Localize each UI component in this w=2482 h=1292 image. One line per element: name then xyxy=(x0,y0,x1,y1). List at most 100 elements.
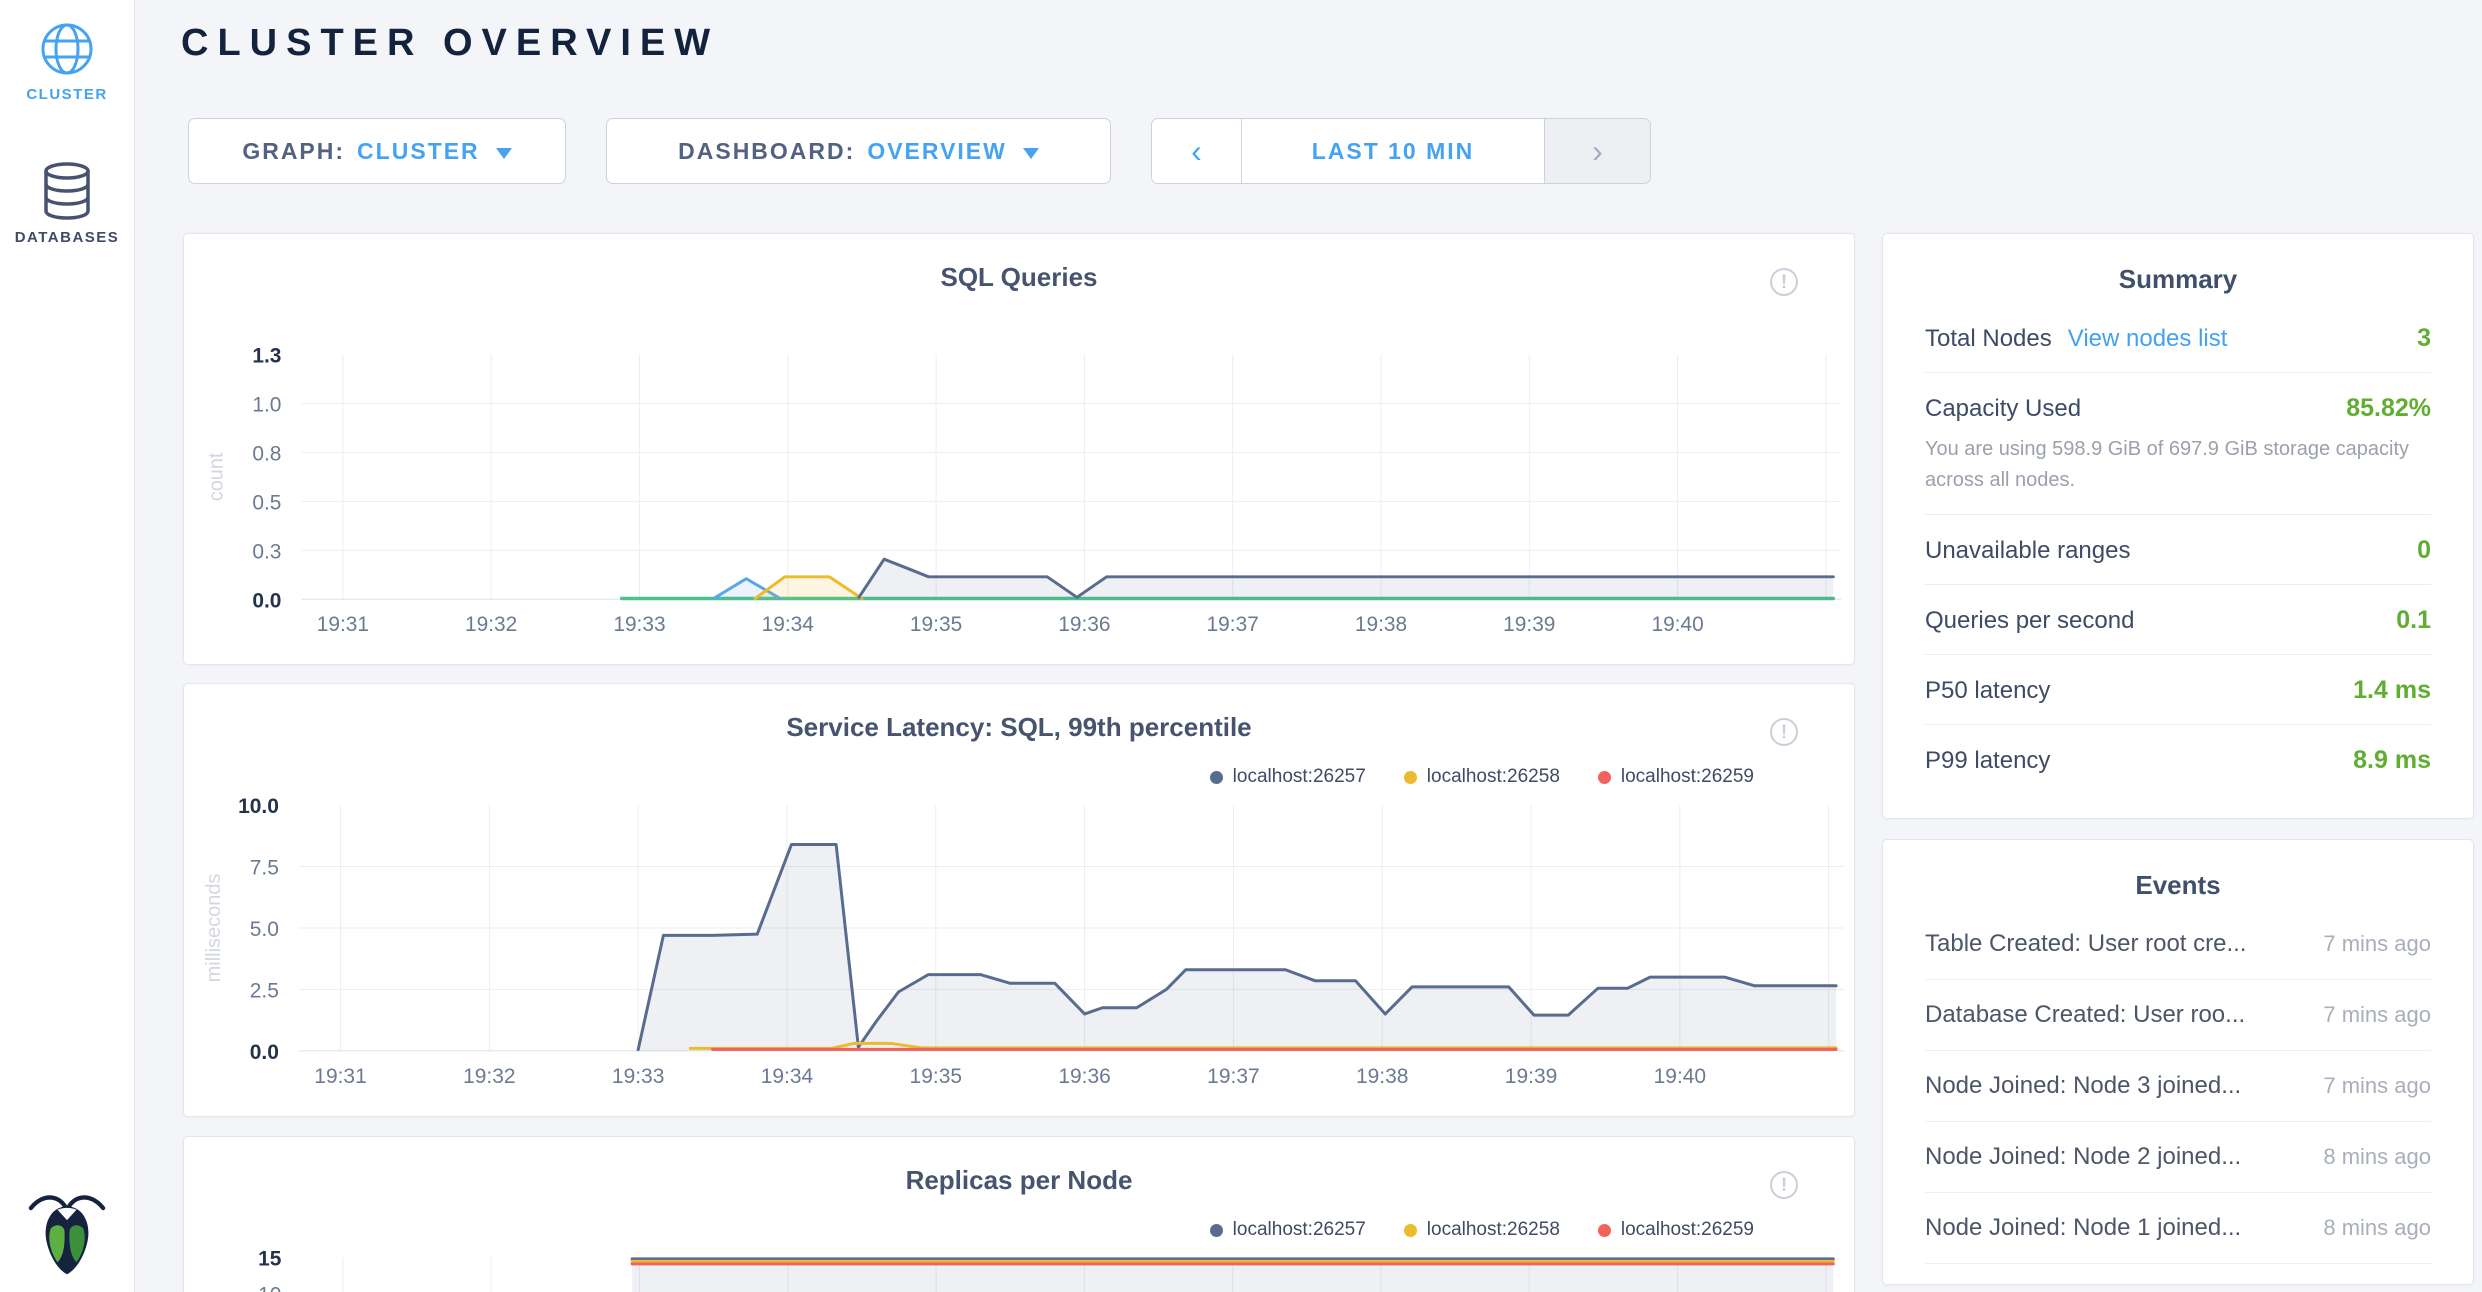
svg-text:19:32: 19:32 xyxy=(463,1065,515,1088)
summary-value: 0.1 xyxy=(2396,606,2431,635)
legend-label: localhost:26258 xyxy=(1427,1219,1560,1241)
summary-row: Queries per second 0.1 xyxy=(1925,584,2431,654)
summary-title: Summary xyxy=(1925,264,2431,295)
legend-dot-icon xyxy=(1210,1224,1223,1237)
sidebar-item-databases[interactable]: DATABASES xyxy=(0,161,134,246)
legend-label: localhost:26259 xyxy=(1621,766,1754,788)
info-icon[interactable] xyxy=(1770,1171,1798,1199)
page-title: CLUSTER OVERVIEW xyxy=(181,22,719,65)
svg-text:15: 15 xyxy=(258,1247,282,1270)
chart-legend: localhost:26257 localhost:26258 localhost:… xyxy=(1210,766,1754,788)
graph-dropdown-label: GRAPH: xyxy=(242,138,345,165)
svg-text:10: 10 xyxy=(258,1284,281,1292)
controls-bar: GRAPH: CLUSTER DASHBOARD: OVERVIEW ‹ LAS… xyxy=(188,118,1651,184)
legend-dot-icon xyxy=(1404,1224,1417,1237)
svg-text:0.8: 0.8 xyxy=(252,442,281,465)
legend-item[interactable]: localhost:26257 xyxy=(1210,1219,1366,1241)
event-row: Table Created: User root cre... 7 mins ag… xyxy=(1925,909,2431,980)
summary-value: 85.82% xyxy=(2346,394,2431,423)
sidebar-item-cluster[interactable]: CLUSTER xyxy=(0,20,134,103)
time-next-button[interactable]: › xyxy=(1544,119,1650,183)
svg-text:19:39: 19:39 xyxy=(1503,613,1555,636)
info-icon[interactable] xyxy=(1770,268,1798,296)
event-timestamp: 8 mins ago xyxy=(2323,1144,2431,1170)
y-axis-labels: 10.0 7.5 5.0 2.5 0.0 xyxy=(238,795,279,1064)
event-text: Node Joined: Node 1 joined... xyxy=(1925,1214,2241,1242)
right-column: Summary Total NodesView nodes list3Capac… xyxy=(1882,233,2474,1285)
svg-text:10.0: 10.0 xyxy=(238,795,279,818)
y-axis-unit-label: milliseconds xyxy=(203,874,225,983)
legend-item[interactable]: localhost:26258 xyxy=(1404,766,1560,788)
chart-plot-area[interactable]: 10.07.55.02.50.019:3119:3219:3319:3419:3… xyxy=(184,684,1854,1116)
sidebar-item-label: DATABASES xyxy=(0,229,134,246)
legend-dot-icon xyxy=(1598,1224,1611,1237)
svg-text:19:32: 19:32 xyxy=(465,613,517,636)
dashboard-dropdown[interactable]: DASHBOARD: OVERVIEW xyxy=(606,118,1111,184)
events-title: Events xyxy=(1925,870,2431,901)
svg-text:19:38: 19:38 xyxy=(1356,1065,1408,1088)
legend-item[interactable]: localhost:26258 xyxy=(1404,1219,1560,1241)
summary-label: Queries per second xyxy=(1925,607,2134,634)
svg-text:0.5: 0.5 xyxy=(252,491,281,514)
legend-label: localhost:26259 xyxy=(1621,1219,1754,1241)
database-icon xyxy=(40,161,94,221)
summary-row: Total NodesView nodes list3 xyxy=(1925,303,2431,372)
chart-card-service-latency: 10.07.55.02.50.019:3119:3219:3319:3419:3… xyxy=(183,683,1855,1117)
svg-text:19:39: 19:39 xyxy=(1505,1065,1557,1088)
charts-column: 1.31.00.80.50.30.019:3119:3219:3319:3419… xyxy=(183,233,1855,1292)
time-range-label[interactable]: LAST 10 MIN xyxy=(1242,119,1544,183)
y-axis-labels: 1.31.00.80.50.30.0 xyxy=(252,344,281,612)
legend-item[interactable]: localhost:26259 xyxy=(1598,766,1754,788)
summary-row: P99 latency8.9 ms xyxy=(1925,724,2431,794)
x-axis-labels: 19:3119:3219:3319:3419:3519:3619:3719:38… xyxy=(317,613,1704,636)
svg-text:7.5: 7.5 xyxy=(250,857,279,880)
time-range-selector: ‹ LAST 10 MIN › xyxy=(1151,118,1651,184)
event-row: Database Created: User roo...7 mins ago xyxy=(1925,980,2431,1051)
time-prev-button[interactable]: ‹ xyxy=(1152,119,1242,183)
svg-text:1.3: 1.3 xyxy=(252,344,281,367)
svg-text:19:34: 19:34 xyxy=(761,1065,814,1088)
event-timestamp: 7 mins ago xyxy=(2323,931,2431,957)
graph-dropdown-value: CLUSTER xyxy=(357,138,480,165)
legend-label: localhost:26257 xyxy=(1233,1219,1366,1241)
event-timestamp: 7 mins ago xyxy=(2323,1073,2431,1099)
chart-plot-area[interactable]: 1.31.00.80.50.30.019:3119:3219:3319:3419… xyxy=(184,234,1854,664)
svg-text:19:35: 19:35 xyxy=(910,613,962,636)
legend-label: localhost:26257 xyxy=(1233,766,1366,788)
chart-series xyxy=(622,559,1834,599)
graph-dropdown[interactable]: GRAPH: CLUSTER xyxy=(188,118,566,184)
sidebar: CLUSTER DATABASES xyxy=(0,0,135,1292)
svg-text:19:38: 19:38 xyxy=(1355,613,1407,636)
svg-text:19:33: 19:33 xyxy=(613,613,665,636)
sidebar-item-label: CLUSTER xyxy=(0,86,134,103)
svg-text:0.3: 0.3 xyxy=(252,540,281,563)
chevron-down-icon xyxy=(496,148,512,159)
view-nodes-list-link[interactable]: View nodes list xyxy=(2068,325,2228,352)
info-icon[interactable] xyxy=(1770,718,1798,746)
svg-text:0.0: 0.0 xyxy=(250,1041,279,1064)
chart-card-sql-queries: 1.31.00.80.50.30.019:3119:3219:3319:3419… xyxy=(183,233,1855,665)
summary-value: 0 xyxy=(2417,536,2431,565)
event-timestamp: 7 mins ago xyxy=(2323,1002,2431,1028)
chart-canvas-sql-queries[interactable]: 1.31.00.80.50.30.019:3119:3219:3319:3419… xyxy=(184,234,1854,664)
globe-icon xyxy=(38,20,96,78)
dashboard-dropdown-label: DASHBOARD: xyxy=(678,138,855,165)
dashboard-dropdown-value: OVERVIEW xyxy=(867,138,1007,165)
legend-item[interactable]: localhost:26257 xyxy=(1210,766,1366,788)
chart-plot-area[interactable]: 151050 xyxy=(184,1137,1854,1292)
svg-text:19:37: 19:37 xyxy=(1207,613,1259,636)
legend-item[interactable]: localhost:26259 xyxy=(1598,1219,1754,1241)
event-text: Table Created: User root cre... xyxy=(1925,930,2246,958)
events-panel: Events Table Created: User root cre... 7 … xyxy=(1882,839,2474,1285)
y-axis-labels: 151050 xyxy=(258,1247,282,1292)
x-axis-labels: 19:3119:3219:3319:3419:3519:3619:3719:38… xyxy=(314,1065,1706,1088)
legend-dot-icon xyxy=(1404,771,1417,784)
chart-canvas-service-latency[interactable]: 10.07.55.02.50.019:3119:3219:3319:3419:3… xyxy=(184,684,1854,1116)
svg-text:19:31: 19:31 xyxy=(314,1065,366,1088)
svg-text:5.0: 5.0 xyxy=(250,918,279,941)
summary-panel: Summary Total NodesView nodes list3Capac… xyxy=(1882,233,2474,819)
summary-rows: Total NodesView nodes list3Capacity Used… xyxy=(1925,303,2431,794)
svg-text:2.5: 2.5 xyxy=(250,979,279,1002)
chart-canvas-replicas-per-node[interactable]: 151050 xyxy=(184,1137,1854,1292)
event-text: Node Joined: Node 3 joined... xyxy=(1925,1072,2241,1100)
